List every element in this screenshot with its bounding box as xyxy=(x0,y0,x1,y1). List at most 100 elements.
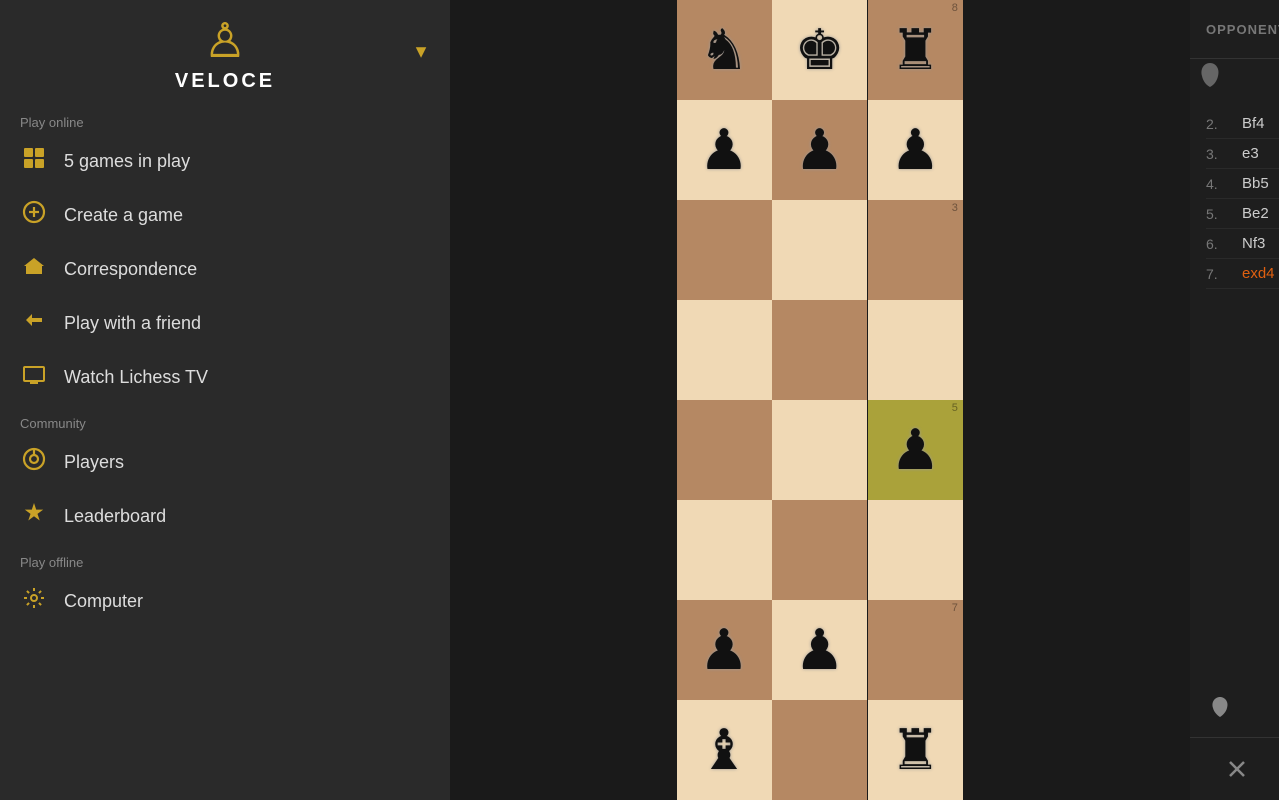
move-white-2[interactable]: Bf4 xyxy=(1242,115,1279,132)
games-icon xyxy=(20,146,48,176)
chess-board-area: ♞ ♚ ♜8 ♟ ♟ ♟ 3 ♟5 xyxy=(450,0,1190,800)
chess-logo-icon: ♙ xyxy=(203,18,246,66)
section-label-community: Community xyxy=(0,404,450,435)
row-num-7: 7 xyxy=(952,603,958,614)
sidebar-item-leaderboard[interactable]: Leaderboard xyxy=(0,489,450,543)
opponent-label: OPPONENT xyxy=(1206,22,1279,37)
cell-c8[interactable]: ♜8 xyxy=(868,0,963,100)
sidebar-item-players[interactable]: Players xyxy=(0,435,450,489)
computer-icon xyxy=(20,586,48,616)
account-dropdown-arrow[interactable]: ▼ xyxy=(412,41,430,62)
move-num-2: 2. xyxy=(1206,116,1234,132)
sidebar-item-games-in-play[interactable]: 5 games in play xyxy=(0,134,450,188)
move-white-7-highlight[interactable]: exd4 xyxy=(1242,265,1279,282)
row-num-5: 5 xyxy=(952,403,958,414)
cell-a6[interactable] xyxy=(677,200,772,300)
move-num-5: 5. xyxy=(1206,206,1234,222)
move-row-3: 3. e3 Nc6 xyxy=(1206,139,1279,169)
board-row-3 xyxy=(677,500,964,600)
cell-b8[interactable]: ♚ xyxy=(772,0,867,100)
piece-black-pawn-b7: ♟ xyxy=(795,122,845,178)
cell-b2[interactable]: ♟ xyxy=(772,600,867,700)
move-row-4: 4. Bb5 a6 xyxy=(1206,169,1279,199)
cell-b5[interactable] xyxy=(772,300,867,400)
sidebar-item-create-game[interactable]: Create a game xyxy=(0,188,450,242)
computer-label: Computer xyxy=(64,591,143,612)
cell-a8[interactable]: ♞ xyxy=(677,0,772,100)
row-num-8: 8 xyxy=(952,3,958,14)
board-row-4: ♟5 xyxy=(677,400,964,500)
opponent-avatar xyxy=(1190,59,1230,99)
action-bar xyxy=(1190,737,1279,800)
cell-c4-highlight[interactable]: ♟5 xyxy=(868,400,963,500)
play-friend-icon xyxy=(20,308,48,338)
cell-a7[interactable]: ♟ xyxy=(677,100,772,200)
sidebar-item-watch-tv[interactable]: Watch Lichess TV xyxy=(0,350,450,404)
cell-c3[interactable] xyxy=(868,500,963,600)
sidebar-item-computer[interactable]: Computer xyxy=(0,574,450,628)
cell-c6[interactable]: 3 xyxy=(868,200,963,300)
move-row-6: 6. Nf3 Nxd4 xyxy=(1206,229,1279,259)
move-num-4: 4. xyxy=(1206,176,1234,192)
leaderboard-icon xyxy=(20,501,48,531)
sidebar-item-correspondence[interactable]: Correspondence xyxy=(0,242,450,296)
player-avatar-area xyxy=(1190,685,1279,737)
players-icon xyxy=(20,447,48,477)
move-white-6[interactable]: Nf3 xyxy=(1242,235,1279,252)
cell-b1[interactable] xyxy=(772,700,867,800)
section-label-play-offline: Play offline xyxy=(0,543,450,574)
correspondence-label: Correspondence xyxy=(64,259,197,280)
cell-a2[interactable]: ♟ xyxy=(677,600,772,700)
create-game-label: Create a game xyxy=(64,205,183,226)
cell-c1[interactable]: ♜ xyxy=(868,700,963,800)
board-row-2: ♟ ♟ 7 xyxy=(677,600,964,700)
board-row-1: ♝ ♜ xyxy=(677,700,964,800)
share-button[interactable] xyxy=(1264,750,1279,788)
board-row-8: ♞ ♚ ♜8 xyxy=(677,0,964,100)
right-panel: OPPONENT Lydia Rodarte-Quayle ▼ 2. Bf4 N… xyxy=(1190,0,1279,800)
cell-b4[interactable] xyxy=(772,400,867,500)
move-row-5: 5. Be2 Ne4 xyxy=(1206,199,1279,229)
sidebar-item-play-friend[interactable]: Play with a friend xyxy=(0,296,450,350)
move-num-7: 7. xyxy=(1206,266,1234,282)
piece-black-rook-c1: ♜ xyxy=(890,722,940,778)
board-row-6: 3 xyxy=(677,200,964,300)
cell-c7[interactable]: ♟ xyxy=(868,100,963,200)
cell-a5[interactable] xyxy=(677,300,772,400)
piece-black-rook: ♜ xyxy=(890,22,940,78)
correspondence-icon xyxy=(20,254,48,284)
move-white-4[interactable]: Bb5 xyxy=(1242,175,1279,192)
cell-c2[interactable]: 7 xyxy=(868,600,963,700)
move-row-7: 7. exd4 xyxy=(1206,259,1279,289)
watch-tv-icon xyxy=(20,362,48,392)
cell-a4[interactable] xyxy=(677,400,772,500)
app-title: VELOCE xyxy=(175,70,275,93)
move-white-3[interactable]: e3 xyxy=(1242,145,1279,162)
cell-b3[interactable] xyxy=(772,500,867,600)
piece-black-pawn-c7: ♟ xyxy=(890,122,940,178)
move-num-6: 6. xyxy=(1206,236,1234,252)
board-row-5 xyxy=(677,300,964,400)
cell-a1[interactable]: ♝ xyxy=(677,700,772,800)
piece-black-pawn-b2: ♟ xyxy=(795,622,845,678)
chess-board[interactable]: ♞ ♚ ♜8 ♟ ♟ ♟ 3 ♟5 xyxy=(677,0,964,800)
cell-a3[interactable] xyxy=(677,500,772,600)
watch-tv-label: Watch Lichess TV xyxy=(64,367,208,388)
sidebar-header: ♙ VELOCE ▼ xyxy=(0,0,450,103)
piece-black-pawn-a7: ♟ xyxy=(699,122,749,178)
row-num-3: 3 xyxy=(952,203,958,214)
piece-black-pawn-c4: ♟ xyxy=(890,422,940,478)
cell-b6[interactable] xyxy=(772,200,867,300)
cell-b7[interactable]: ♟ xyxy=(772,100,867,200)
sidebar: ♙ VELOCE ▼ Play online 5 games in play C… xyxy=(0,0,450,800)
piece-black-king: ♚ xyxy=(795,22,845,78)
move-row-2: 2. Bf4 Nf6 xyxy=(1206,109,1279,139)
section-label-play-online: Play online xyxy=(0,103,450,134)
resign-button[interactable] xyxy=(1210,750,1264,788)
players-label: Players xyxy=(64,452,124,473)
cell-c5[interactable] xyxy=(868,300,963,400)
move-num-3: 3. xyxy=(1206,146,1234,162)
logo-area: ♙ VELOCE xyxy=(175,18,275,93)
moves-list: 2. Bf4 Nf6 3. e3 Nc6 4. Bb5 a6 5. Be2 Ne… xyxy=(1190,99,1279,685)
move-white-5[interactable]: Be2 xyxy=(1242,205,1279,222)
